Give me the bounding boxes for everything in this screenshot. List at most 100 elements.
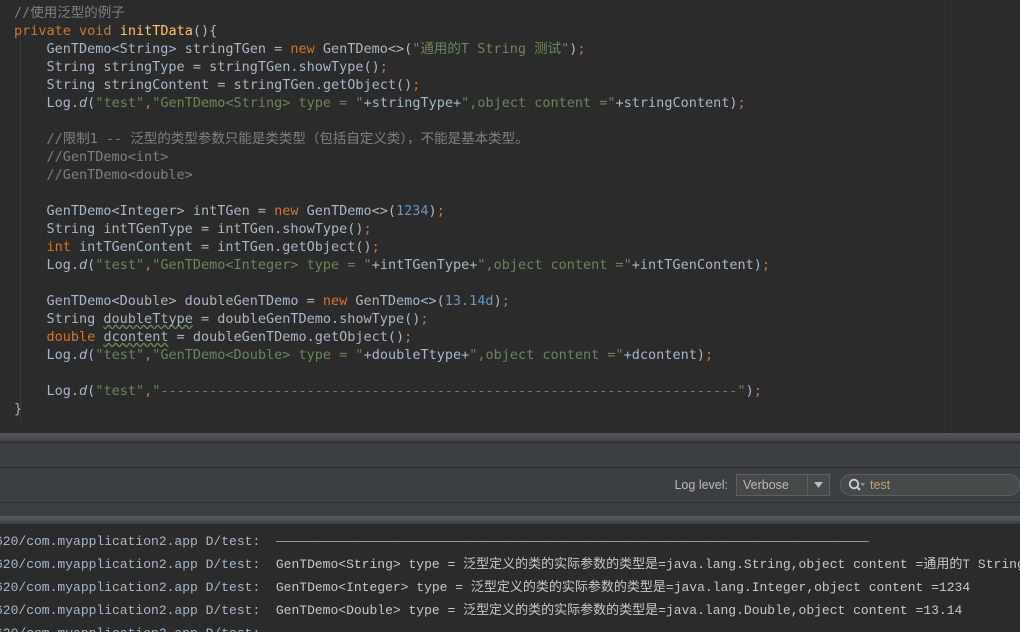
code-line: //限制1 -- 泛型的类型参数只能是类类型（包括自定义类），不能是基本类型。	[14, 130, 770, 148]
code-token: doubleTtype	[103, 311, 193, 327]
code-token: ;	[436, 203, 445, 219]
code-line: ​	[14, 112, 770, 130]
logcat-line-meta: 620/com.myapplication2.app D/test:	[0, 534, 276, 549]
code-token: d	[79, 95, 88, 111]
code-line: int intTGenContent = intTGen.getObject()…	[14, 238, 770, 256]
code-token: 13.14d	[444, 293, 494, 309]
code-line: Log.d("test","--------------------------…	[14, 382, 770, 400]
log-level-dropdown[interactable]: Verbose	[736, 474, 830, 496]
code-token: 1234	[396, 203, 429, 219]
code-line: //GenTDemo<double>	[14, 166, 770, 184]
logcat-output-text[interactable]: 620/com.myapplication2.app D/test: —————…	[0, 530, 1020, 632]
code-token: )	[428, 203, 437, 219]
code-line: Log.d("test","GenTDemo<Integer> type = "…	[14, 256, 770, 274]
logcat-line-message: ————————————————————————————————————————…	[275, 534, 869, 549]
code-token: +intTGenContent)	[631, 257, 762, 273]
code-token: ,	[144, 347, 153, 363]
code-token: dcontent	[103, 329, 169, 345]
logcat-line: 620/com.myapplication2.app D/test: —————…	[0, 530, 1020, 553]
code-token: //GenTDemo<int>	[46, 149, 169, 165]
code-token: ;	[737, 95, 746, 111]
log-level-label: Log level:	[674, 478, 728, 492]
logcat-line-meta: 620/com.myapplication2.app D/test:	[0, 603, 276, 618]
code-token: "GenTDemo<Double> type = "	[152, 347, 364, 363]
code-token: }	[14, 401, 23, 417]
code-token: GenTDemo<Double> doubleGenTDemo =	[46, 293, 323, 309]
code-line: double dcontent = doubleGenTDemo.getObje…	[14, 328, 770, 346]
code-token: GenTDemo<Integer> intTGen =	[46, 203, 275, 219]
code-token: "---------------------------------------…	[152, 383, 746, 399]
code-token: GenTDemo<String> stringTGen =	[46, 41, 291, 57]
logcat-line-meta: 620/com.myapplication2.app D/test:	[0, 580, 276, 595]
logcat-filter-band	[0, 503, 1020, 516]
code-token: ;	[412, 77, 421, 93]
code-line: //GenTDemo<int>	[14, 148, 770, 166]
logcat-search-field[interactable]: test	[840, 474, 1020, 496]
code-token: ;	[753, 383, 762, 399]
code-line: String intTGenType = intTGen.showType();	[14, 220, 770, 238]
log-level-selected-value: Verbose	[743, 478, 789, 492]
code-token: ;	[704, 347, 714, 363]
logcat-line: 620/com.myapplication2.app D/test: GenTD…	[0, 553, 1020, 576]
code-line: //使用泛型的例子	[14, 4, 770, 22]
code-token: ,	[144, 257, 153, 273]
code-token: ;	[371, 239, 380, 255]
logcat-output-splitter[interactable]	[0, 516, 1020, 524]
code-token: ;	[363, 221, 372, 237]
logcat-line-message: GenTDemo<Double> type = 泛型定义的类的实际参数的类型是=…	[275, 603, 963, 618]
code-token: int	[46, 239, 71, 255]
code-text[interactable]: //使用泛型的例子 private void initTData(){ GenTD…	[14, 4, 770, 418]
code-editor[interactable]: //使用泛型的例子 private void initTData(){ GenTD…	[0, 0, 1020, 433]
code-token: //使用泛型的例子	[14, 5, 125, 21]
chevron-down-icon[interactable]	[807, 475, 829, 495]
code-token: +stringType+	[363, 95, 462, 111]
code-token: (){	[192, 23, 218, 39]
code-token: String	[46, 311, 104, 327]
code-token: void	[79, 23, 112, 39]
code-token: "test"	[95, 347, 145, 363]
code-token: +stringContent)	[615, 95, 738, 111]
code-line: private void initTData(){	[14, 22, 770, 40]
code-token: private	[14, 23, 71, 39]
code-line: ​	[14, 364, 770, 382]
editor-panel-splitter[interactable]	[0, 433, 1020, 442]
code-token: "通用的T String 测试"	[412, 41, 570, 57]
code-token: ,	[144, 383, 153, 399]
right-margin-guide	[945, 0, 946, 433]
code-line: String stringContent = stringTGen.getObj…	[14, 76, 770, 94]
logcat-output[interactable]: 620/com.myapplication2.app D/test: —————…	[0, 525, 1020, 632]
code-line: ​	[14, 274, 770, 292]
code-token: +intTGenType+	[371, 257, 478, 273]
code-token: = doubleGenTDemo.showType()	[192, 311, 421, 327]
code-token: "GenTDemo<String> type = "	[152, 95, 364, 111]
code-token: ;	[420, 311, 429, 327]
code-token: GenTDemo<>(	[347, 293, 445, 309]
code-token: ,	[144, 95, 153, 111]
code-token: String intTGenType = intTGen.showType()	[46, 221, 364, 237]
code-line: GenTDemo<Integer> intTGen = new GenTDemo…	[14, 202, 770, 220]
code-token: new	[322, 293, 348, 309]
code-token: //限制1 -- 泛型的类型参数只能是类类型（包括自定义类），不能是基本类型。	[46, 131, 529, 147]
code-line: Log.d("test","GenTDemo<String> type = "+…	[14, 94, 770, 112]
logcat-line: 620/com.myapplication2.app D/test: GenTD…	[0, 576, 1020, 599]
search-icon[interactable]	[848, 478, 867, 492]
code-token: ;	[577, 41, 586, 57]
code-line: GenTDemo<Double> doubleGenTDemo = new Ge…	[14, 292, 770, 310]
code-token: )	[745, 383, 754, 399]
code-token: initTData	[119, 23, 193, 39]
logcat-line-message: GenTDemo<String> type = 泛型定义的类的实际参数的类型是=…	[275, 557, 1020, 572]
code-token: = doubleGenTDemo.getObject()	[168, 329, 405, 345]
code-token: d	[79, 383, 88, 399]
logcat-line-message: GenTDemo<Integer> type = 泛型定义的类的实际参数的类型是…	[275, 580, 971, 595]
code-token: Log.	[46, 347, 80, 363]
code-token: d	[79, 347, 88, 363]
code-line: Log.d("test","GenTDemo<Double> type = "+…	[14, 346, 770, 364]
code-token: GenTDemo<>(	[314, 41, 413, 57]
code-token: new	[274, 203, 299, 219]
code-token: ;	[379, 59, 388, 75]
code-line: }	[14, 400, 770, 418]
code-token: GenTDemo<>(	[298, 203, 397, 219]
logcat-line: 620/com.myapplication2.app D/test: GenTD…	[0, 599, 1020, 622]
